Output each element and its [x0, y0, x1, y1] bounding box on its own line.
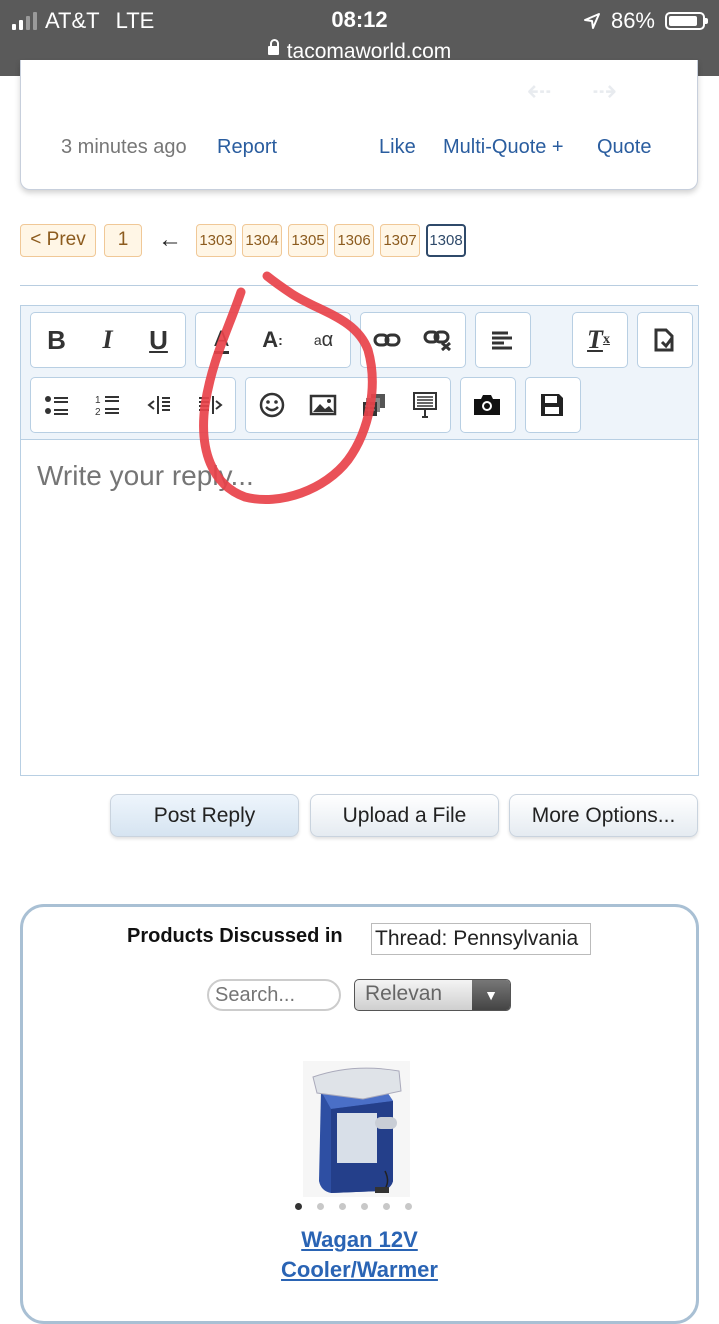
camera-icon[interactable]	[461, 378, 512, 432]
remove-format-icon[interactable]: Tx	[573, 313, 624, 367]
product-name-line1: Wagan 12V	[301, 1227, 418, 1252]
carousel-dot[interactable]	[405, 1203, 412, 1210]
location-arrow-icon	[583, 13, 600, 29]
link-group	[360, 312, 466, 368]
reply-editor: B I U A A: aα Tx 1 2 Write your reply...	[20, 305, 699, 776]
bullet-list-icon[interactable]	[31, 378, 82, 432]
reply-textarea[interactable]	[21, 440, 698, 775]
page-1303-button[interactable]: 1303	[196, 223, 236, 257]
font-family-icon[interactable]: aα	[298, 313, 349, 367]
pagination: < Prev 1 ← 1303 1304 1305 1306 1307 1308	[20, 223, 472, 257]
left-arrow-icon[interactable]: ←	[158, 226, 182, 254]
link-icon[interactable]	[361, 313, 412, 367]
text-color-icon[interactable]: A	[196, 313, 247, 367]
svg-text:1: 1	[95, 395, 101, 406]
carousel-dot[interactable]	[361, 1203, 368, 1210]
save-group	[525, 377, 581, 433]
more-options-button[interactable]: More Options...	[509, 794, 698, 837]
indent-icon[interactable]	[184, 378, 235, 432]
page-1305-button[interactable]: 1305	[288, 223, 328, 257]
font-size-icon[interactable]: A:	[247, 313, 298, 367]
post-card: ⇠⇢ 3 minutes ago Report Like Multi-Quote…	[20, 60, 698, 190]
lock-icon	[267, 38, 279, 55]
product-name-link[interactable]: Wagan 12V Cooler/Warmer	[23, 1225, 696, 1285]
numbered-list-icon[interactable]: 12	[82, 378, 133, 432]
products-discussed-box: Products Discussed in Relevan ▼ Wagan 12…	[20, 904, 699, 1324]
current-page: 1308	[426, 223, 466, 257]
cooler-product-image[interactable]	[303, 1061, 410, 1197]
chevron-down-icon: ▼	[472, 980, 510, 1010]
post-time: 3 minutes ago	[61, 136, 187, 158]
carousel-dot[interactable]	[339, 1203, 346, 1210]
report-link[interactable]: Report	[217, 136, 277, 159]
bbcode-toggle-icon[interactable]	[638, 313, 689, 367]
thread-field[interactable]	[371, 923, 591, 955]
products-heading: Products Discussed in	[127, 925, 343, 947]
upload-file-button[interactable]: Upload a File	[310, 794, 499, 837]
align-group	[475, 312, 531, 368]
smiley-icon[interactable]	[246, 378, 297, 432]
product-name-line2: Cooler/Warmer	[281, 1257, 438, 1282]
faded-arrows-icon: ⇠⇢	[526, 75, 657, 108]
list-group: 12	[30, 377, 236, 433]
quote-link[interactable]: Quote	[597, 136, 651, 159]
sort-value: Relevan	[365, 982, 443, 1005]
media-icon[interactable]	[348, 378, 399, 432]
carousel-dot[interactable]	[295, 1203, 302, 1210]
page-1-button[interactable]: 1	[104, 223, 142, 257]
page-1306-button[interactable]: 1306	[334, 223, 374, 257]
carousel-dot[interactable]	[317, 1203, 324, 1210]
divider	[20, 285, 698, 286]
multi-quote-link[interactable]: Multi-Quote +	[443, 136, 564, 159]
bold-icon[interactable]: B	[31, 313, 82, 367]
sort-select[interactable]: Relevan ▼	[354, 979, 511, 1011]
insert-group	[245, 377, 451, 433]
unlink-icon[interactable]	[412, 313, 463, 367]
post-reply-button[interactable]: Post Reply	[110, 794, 299, 837]
underline-icon[interactable]: U	[133, 313, 184, 367]
carousel-dots	[295, 1203, 412, 1210]
image-icon[interactable]	[297, 378, 348, 432]
outdent-icon[interactable]	[133, 378, 184, 432]
save-draft-icon[interactable]	[526, 378, 577, 432]
font-group: A A: aα	[195, 312, 351, 368]
camera-group	[460, 377, 516, 433]
page-1304-button[interactable]: 1304	[242, 223, 282, 257]
like-link[interactable]: Like	[379, 136, 416, 159]
bbcode-group	[637, 312, 693, 368]
prev-page-button[interactable]: < Prev	[20, 223, 96, 257]
align-left-icon[interactable]	[476, 313, 527, 367]
page-1307-button[interactable]: 1307	[380, 223, 420, 257]
battery-percent: 86%	[610, 8, 655, 33]
code-block-icon[interactable]	[399, 378, 450, 432]
svg-text:2: 2	[95, 407, 101, 417]
format-group: B I U	[30, 312, 186, 368]
status-right: 86%	[583, 8, 708, 34]
product-search-input[interactable]	[207, 979, 341, 1011]
italic-icon[interactable]: I	[82, 313, 133, 367]
remove-format-group: Tx	[572, 312, 628, 368]
battery-icon	[665, 12, 708, 30]
editor-toolbar: B I U A A: aα Tx 1 2	[21, 306, 698, 440]
carousel-dot[interactable]	[383, 1203, 390, 1210]
